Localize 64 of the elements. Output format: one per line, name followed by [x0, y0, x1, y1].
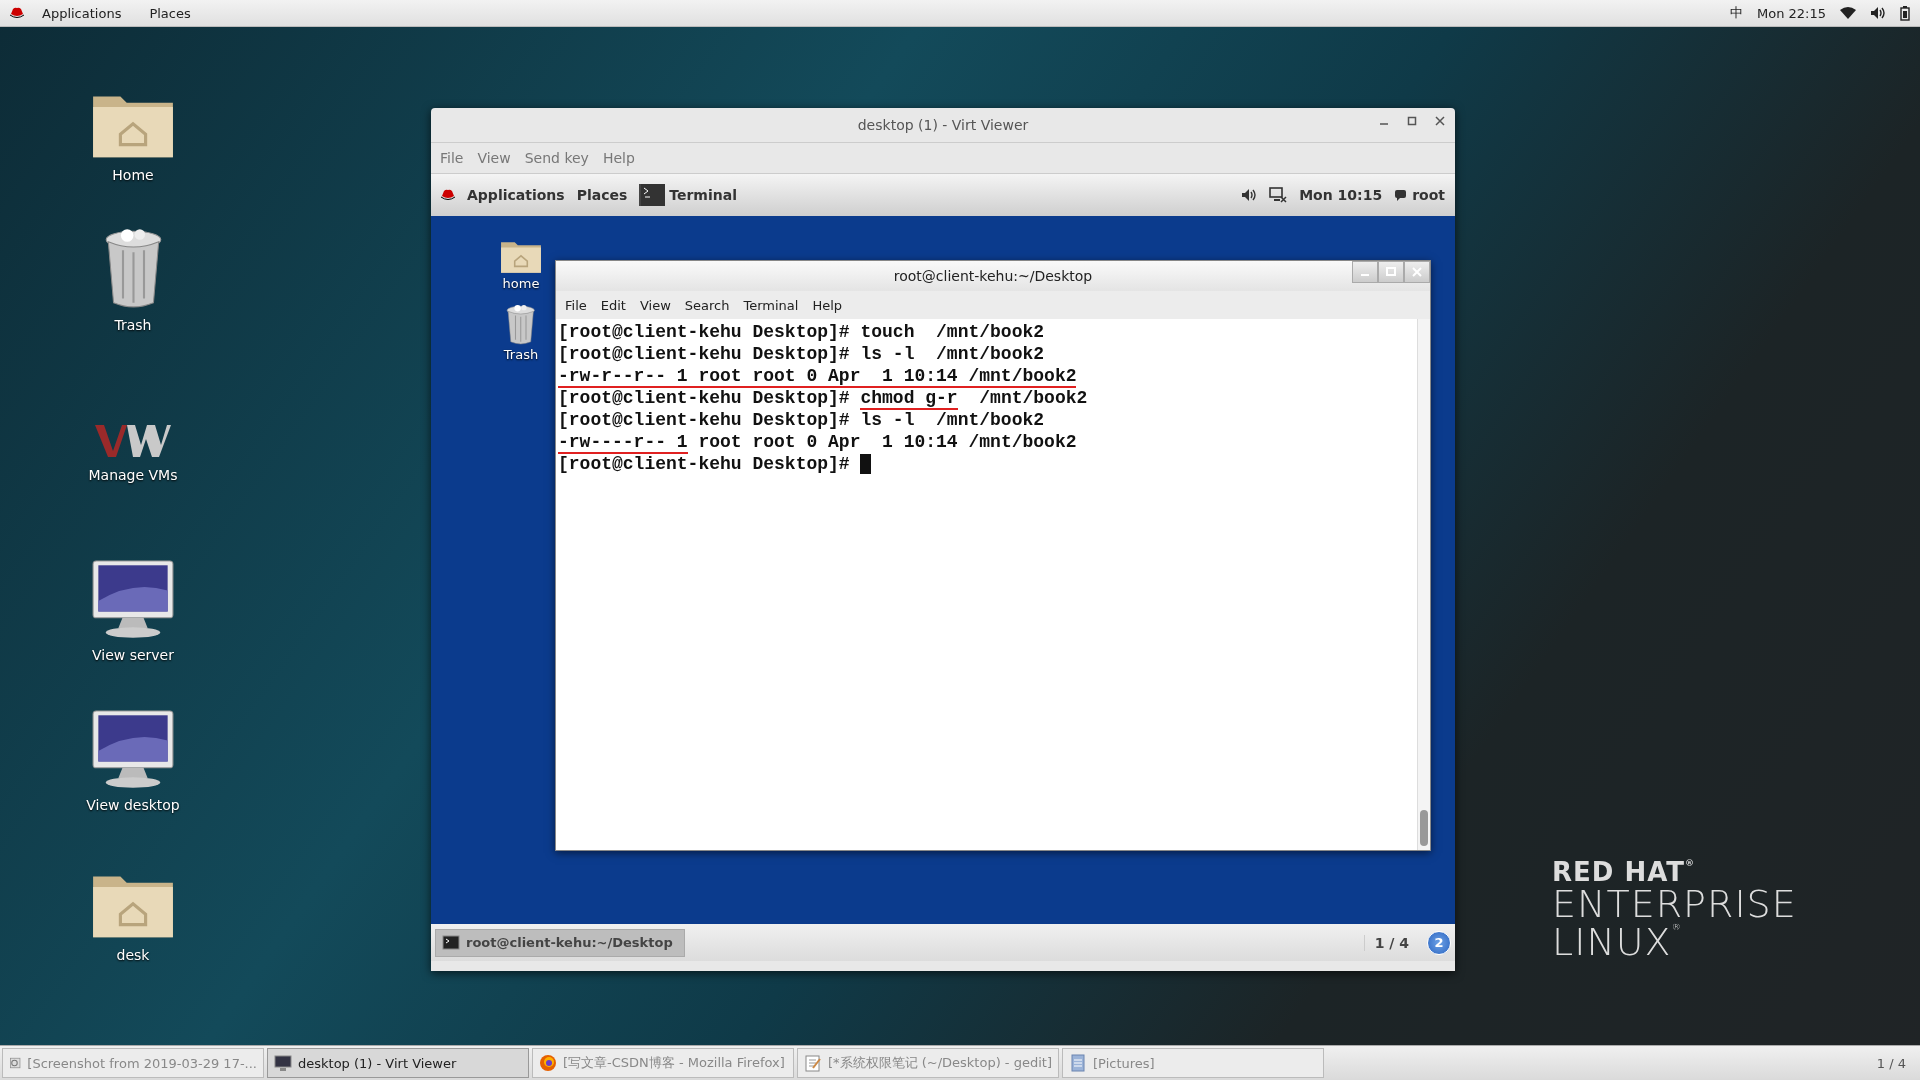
logo-text: RED HAT$^{®}$: [1552, 859, 1696, 885]
terminal-line: [root@client-kehu Desktop]# ls -l /mnt/book2: [558, 343, 1046, 365]
terminal-line: [root@client-kehu Desktop]# touch /mnt/book2: [558, 321, 1046, 343]
menu-item[interactable]: View: [633, 297, 677, 313]
menu-item[interactable]: Edit: [594, 297, 632, 313]
window-title: desktop (1) - Virt Viewer: [857, 117, 1029, 133]
menu-item[interactable]: Send key: [519, 150, 594, 166]
terminal-line: [root@client-kehu Desktop]# ls -l /mnt/book2: [558, 409, 1046, 431]
applications-menu[interactable]: Applications: [467, 187, 565, 203]
desktop-icon-label[interactable]: home: [502, 275, 540, 291]
volume-icon[interactable]: [1870, 6, 1886, 20]
logo-text: LINUX$^{®}$: [1552, 923, 1683, 961]
desktop-icon-label[interactable]: desk: [116, 947, 150, 963]
clock[interactable]: Mon 10:15: [1299, 187, 1383, 203]
browser-icon: [539, 1054, 557, 1072]
menu-item[interactable]: File: [559, 297, 593, 313]
desktop-icon-label[interactable]: Trash: [503, 346, 539, 362]
terminal-line: -rw-r--r-- 1 root root 0 Apr 1 10:14 /mnt/book2: [558, 365, 1078, 387]
wifi-icon[interactable]: [1840, 7, 1856, 19]
desktop-icon-label[interactable]: View server: [92, 647, 174, 663]
clock[interactable]: Mon 22:15: [1757, 5, 1826, 21]
terminal-line: -rw----r-- 1 root root 0 Apr 1 10:14 /mnt/book2: [558, 431, 1078, 453]
desktop-icon-label[interactable]: Home: [112, 167, 154, 183]
menu-item[interactable]: Search: [678, 297, 736, 313]
terminal-line: [root@client-kehu Desktop]# chmod g-r /mnt/book2: [558, 387, 1089, 409]
input-method-indicator[interactable]: 中: [1730, 4, 1743, 22]
battery-icon[interactable]: [1900, 5, 1910, 21]
monitor-icon: [274, 1054, 292, 1072]
user-icon[interactable]: [1394, 189, 1408, 201]
terminal-taskbar-button[interactable]: Terminal: [639, 184, 743, 206]
monitor-icon: [91, 559, 175, 639]
menu-item[interactable]: Help: [597, 150, 640, 166]
workspace-indicator[interactable]: 1 / 4: [1363, 934, 1419, 951]
document-icon: [1069, 1054, 1087, 1072]
menu-item[interactable]: File: [435, 150, 469, 166]
window-title: root@client-kehu:~/Desktop: [893, 268, 1093, 284]
workspace-indicator[interactable]: 1 / 4: [1864, 1055, 1918, 1071]
hat-logo-icon: [10, 7, 24, 19]
taskbar-item[interactable]: desktop (1) - Virt Viewer: [267, 1048, 529, 1078]
volume-icon[interactable]: [1241, 188, 1258, 202]
monitor-icon: [91, 709, 175, 789]
places-menu[interactable]: Places: [576, 187, 628, 203]
menu-item[interactable]: Help: [806, 297, 849, 313]
desktop-icon-label[interactable]: View desktop: [86, 797, 180, 813]
scrollbar[interactable]: [1417, 319, 1430, 850]
logo-text: ENTERPRISE: [1552, 885, 1797, 923]
text-editor-icon: [804, 1054, 822, 1072]
text-cursor: [860, 454, 872, 474]
desktop-icon-label[interactable]: Manage VMs: [88, 467, 178, 483]
desktop-icon-label[interactable]: Trash: [114, 317, 152, 333]
places-menu[interactable]: Places: [139, 5, 201, 21]
menu-item[interactable]: View: [472, 150, 516, 166]
applications-menu[interactable]: Applications: [32, 5, 132, 21]
window-list-button[interactable]: root@client-kehu:~/Desktop: [435, 928, 685, 957]
hat-logo-icon: [441, 189, 455, 201]
user-menu[interactable]: root: [1412, 187, 1445, 203]
network-icon[interactable]: [1269, 187, 1288, 203]
menu-item[interactable]: Terminal: [737, 297, 805, 313]
terminal-line: [root@client-kehu Desktop]#: [558, 453, 1415, 475]
maximize-button[interactable]: [1407, 116, 1417, 126]
terminal-icon: [442, 935, 460, 950]
trash-can-icon: [505, 302, 537, 345]
terminal-icon: [641, 184, 666, 206]
close-button[interactable]: [1435, 116, 1445, 126]
